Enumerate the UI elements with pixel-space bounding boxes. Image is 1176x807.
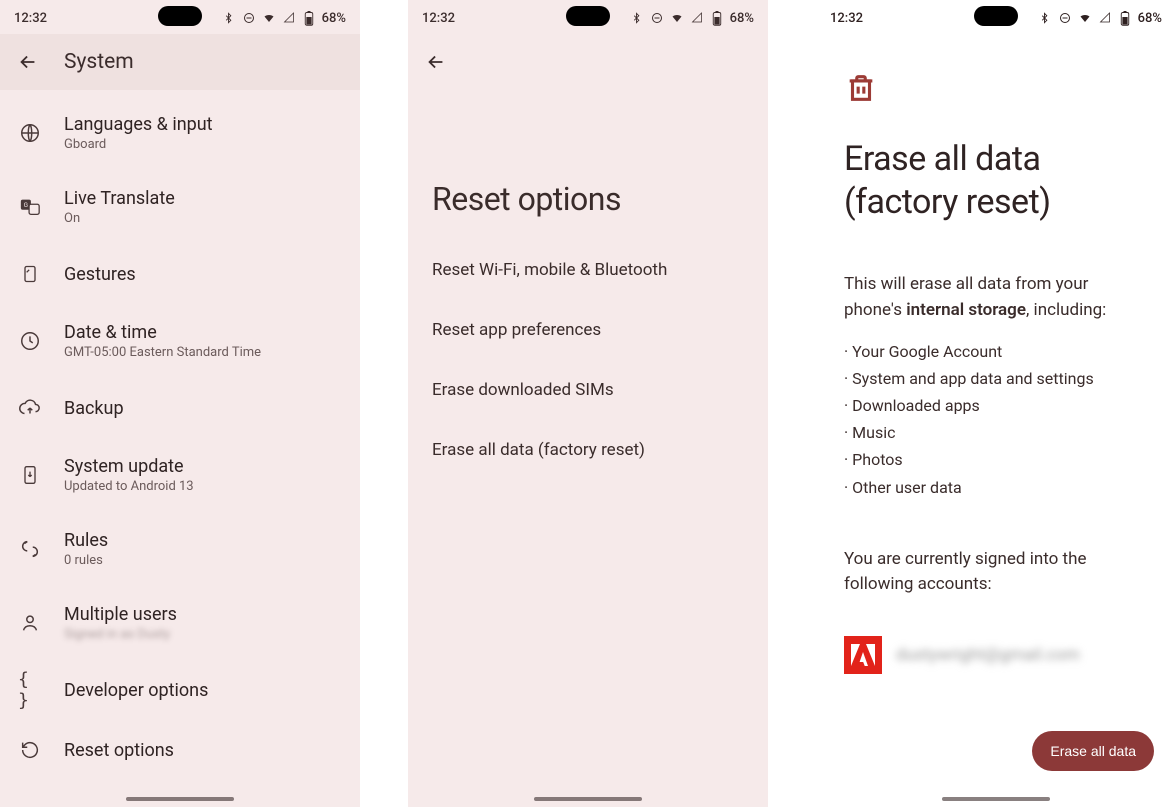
page-title: Erase all data (factory reset): [844, 138, 1148, 223]
wifi-icon: [262, 11, 276, 25]
gesture-nav-bar[interactable]: [126, 797, 234, 801]
row-multiple-users[interactable]: Multiple usersSigned in as Dusty: [0, 586, 360, 660]
row-gestures[interactable]: Gestures: [0, 244, 360, 304]
bluetooth-icon: [1038, 11, 1052, 25]
page-title: Reset options: [408, 90, 768, 240]
status-battery: 68%: [322, 11, 346, 26]
cloud-upload-icon: [18, 396, 42, 420]
translate-icon: G: [18, 195, 42, 219]
option-reset-network[interactable]: Reset Wi-Fi, mobile & Bluetooth: [408, 240, 768, 300]
arrow-left-icon: [17, 51, 39, 73]
notch: [974, 6, 1018, 26]
signal-icon: [690, 11, 704, 25]
row-languages-input[interactable]: Languages & inputGboard: [0, 96, 360, 170]
rules-icon: [18, 537, 42, 561]
signal-icon: [1098, 11, 1112, 25]
row-live-translate[interactable]: G Live TranslateOn: [0, 170, 360, 244]
account-row[interactable]: dustywright@gmail.com: [844, 636, 1148, 674]
screen-system-settings: 12:32 68% System Languages & inputGboard…: [0, 0, 360, 807]
status-battery: 68%: [1138, 11, 1162, 26]
gesture-nav-bar[interactable]: [942, 797, 1050, 801]
signed-in-text: You are currently signed into the follow…: [844, 547, 1148, 598]
arrow-left-icon: [425, 51, 447, 73]
bluetooth-icon: [222, 11, 236, 25]
header-bar: System: [0, 34, 360, 90]
erase-bullets: · Your Google Account · System and app d…: [844, 338, 1148, 501]
bullet-item: · Downloaded apps: [844, 392, 1148, 419]
back-button[interactable]: [424, 50, 448, 74]
wifi-icon: [1078, 11, 1092, 25]
notch: [158, 6, 202, 26]
account-email: dustywright@gmail.com: [896, 645, 1080, 665]
row-system-update[interactable]: System updateUpdated to Android 13: [0, 438, 360, 512]
gesture-nav-bar[interactable]: [534, 797, 642, 801]
signal-icon: [282, 11, 296, 25]
status-battery: 68%: [730, 11, 754, 26]
bullet-item: · Your Google Account: [844, 338, 1148, 365]
gestures-icon: [18, 262, 42, 286]
row-backup[interactable]: Backup: [0, 378, 360, 438]
status-time: 12:32: [422, 11, 455, 26]
screen-erase-all-data: 12:32 68% Erase all data (factory reset)…: [816, 0, 1176, 807]
person-icon: [18, 611, 42, 635]
erase-all-data-button[interactable]: Erase all data: [1032, 731, 1154, 771]
page-title: System: [64, 50, 134, 74]
clock-icon: [18, 329, 42, 353]
status-time: 12:32: [14, 11, 47, 26]
bullet-item: · Music: [844, 419, 1148, 446]
row-reset-options[interactable]: Reset options: [0, 720, 360, 780]
dnd-icon: [242, 11, 256, 25]
reset-icon: [18, 738, 42, 762]
battery-icon: [710, 11, 724, 25]
dnd-icon: [650, 11, 664, 25]
battery-icon: [302, 11, 316, 25]
option-erase-sims[interactable]: Erase downloaded SIMs: [408, 360, 768, 420]
svg-text:G: G: [24, 201, 28, 209]
notch: [566, 6, 610, 26]
status-time: 12:32: [830, 11, 863, 26]
system-update-icon: [18, 463, 42, 487]
wifi-icon: [670, 11, 684, 25]
bullet-item: · Photos: [844, 446, 1148, 473]
option-reset-app-prefs[interactable]: Reset app preferences: [408, 300, 768, 360]
header-bar: [408, 34, 768, 90]
back-button[interactable]: [16, 50, 40, 74]
globe-icon: [18, 121, 42, 145]
battery-icon: [1118, 11, 1132, 25]
row-developer-options[interactable]: { } Developer options: [0, 660, 360, 720]
dnd-icon: [1058, 11, 1072, 25]
bullet-item: · System and app data and settings: [844, 365, 1148, 392]
screen-reset-options: 12:32 68% Reset options Reset Wi-Fi, mob…: [408, 0, 768, 807]
row-rules[interactable]: Rules0 rules: [0, 512, 360, 586]
row-date-time[interactable]: Date & timeGMT-05:00 Eastern Standard Ti…: [0, 304, 360, 378]
bluetooth-icon: [630, 11, 644, 25]
settings-list: Languages & inputGboard G Live Translate…: [0, 90, 360, 786]
adobe-logo-icon: [844, 636, 882, 674]
trash-icon: [844, 70, 1148, 110]
option-erase-all-data[interactable]: Erase all data (factory reset): [408, 420, 768, 480]
braces-icon: { }: [18, 678, 42, 702]
erase-description: This will erase all data from your phone…: [844, 271, 1148, 324]
bullet-item: · Other user data: [844, 474, 1148, 501]
